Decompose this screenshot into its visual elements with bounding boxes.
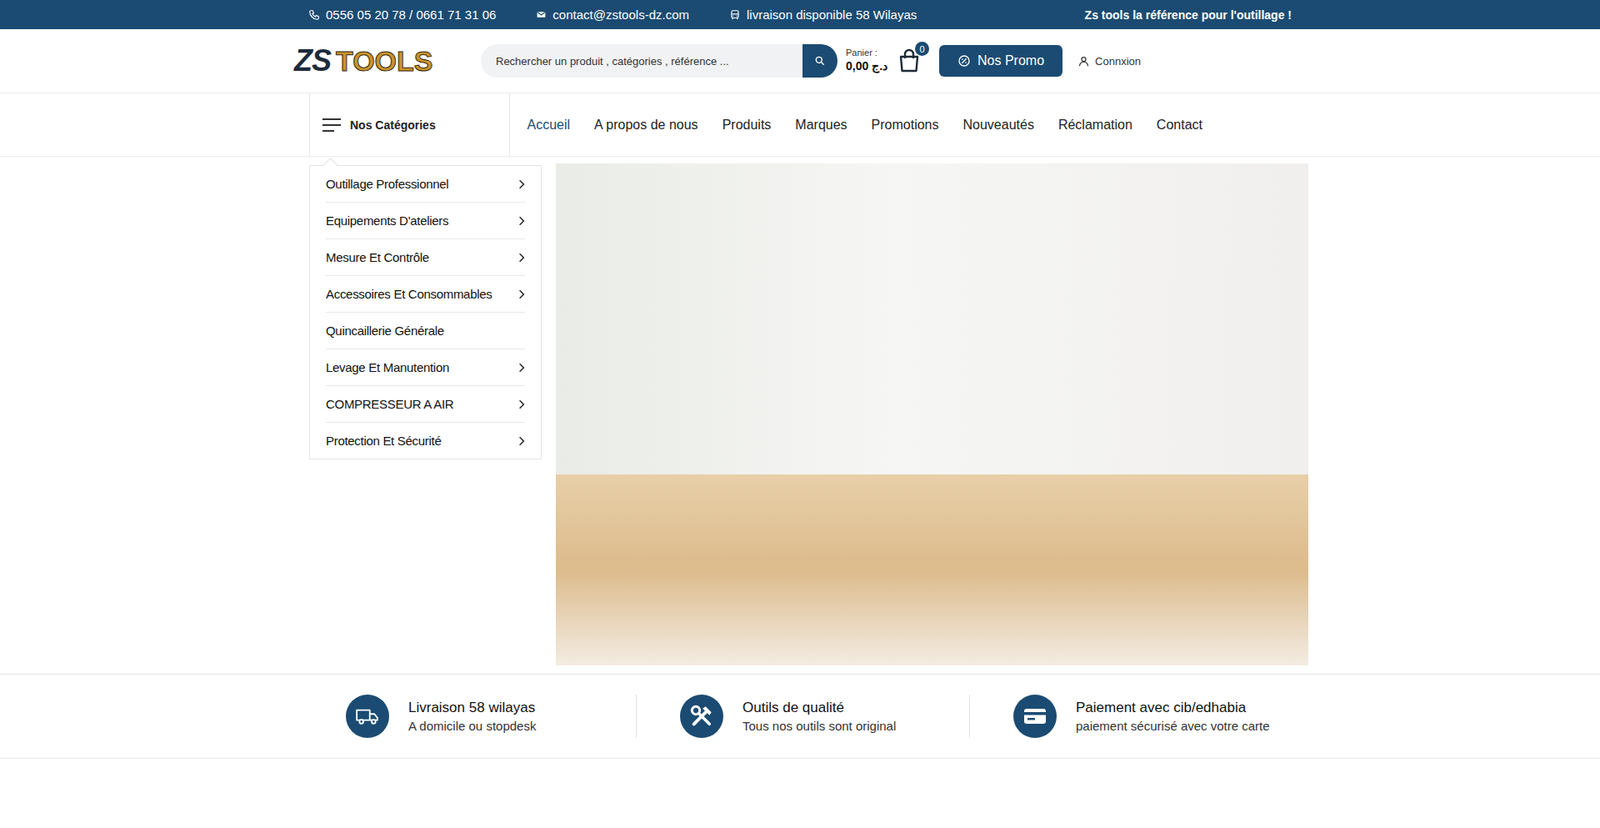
truck-icon bbox=[355, 706, 380, 725]
category-label: Levage Et Manutention bbox=[325, 360, 450, 375]
chevron-right-icon bbox=[518, 289, 525, 300]
feature-item: Paiement avec cib/edhabia paiement sécuri… bbox=[969, 694, 1303, 738]
hero-background bbox=[555, 163, 1309, 475]
logo-tools: TOOLS bbox=[335, 45, 434, 78]
category-item[interactable]: Protection Et Sécurité bbox=[325, 422, 525, 459]
phone-icon bbox=[308, 9, 320, 21]
logo[interactable]: ZSTOOLS bbox=[294, 43, 451, 79]
chevron-right-icon bbox=[518, 435, 525, 446]
main-menu: AccueilA propos de nousProduitsMarquesPr… bbox=[510, 93, 1215, 156]
hero-table bbox=[555, 474, 1309, 665]
category-label: Accessoires Et Consommables bbox=[325, 286, 492, 301]
feature-text: Livraison 58 wilayas A domicile ou stopde… bbox=[408, 699, 536, 733]
feature-title: Paiement avec cib/edhabia bbox=[1075, 699, 1270, 716]
login-link[interactable]: Connxion bbox=[1077, 55, 1141, 68]
menu-icon bbox=[321, 116, 342, 134]
category-item[interactable]: Equipements D'ateliers bbox=[325, 202, 525, 240]
discount-icon bbox=[957, 54, 971, 68]
chevron-right-icon bbox=[518, 252, 525, 263]
feature-item: Outils de qualité Tous nos outils sont or… bbox=[635, 694, 970, 738]
feature-subtitle: Tous nos outils sont original bbox=[742, 718, 896, 733]
email-info[interactable]: contact@zstools-dz.com bbox=[535, 7, 690, 22]
bus-icon bbox=[729, 9, 741, 21]
categories-button-label: Nos Catégories bbox=[350, 118, 436, 132]
cart-total: 0,00 د.ج bbox=[845, 59, 888, 75]
slogan: Zs tools la référence pour l'outillage ! bbox=[1085, 8, 1292, 22]
phone-text: 0556 05 20 78 / 0661 71 31 06 bbox=[325, 7, 496, 22]
nav-link[interactable]: Produits bbox=[710, 117, 784, 133]
chevron-right-icon bbox=[518, 399, 525, 410]
category-item[interactable]: Accessoires Et Consommables bbox=[325, 275, 525, 313]
search-bar bbox=[480, 44, 838, 78]
delivery-info: livraison disponible 58 Wilayas bbox=[729, 7, 917, 22]
category-label: Quincaillerie Générale bbox=[325, 323, 445, 338]
feature-subtitle: paiement sécurisé avec votre carte bbox=[1075, 718, 1270, 733]
chevron-right-icon bbox=[518, 179, 525, 190]
credit-card-icon bbox=[1023, 706, 1047, 725]
nav-link[interactable]: Accueil bbox=[515, 117, 583, 133]
category-label: Mesure Et Contrôle bbox=[325, 250, 430, 265]
features-strip: Livraison 58 wilayas A domicile ou stopde… bbox=[0, 673, 1600, 759]
login-label: Connxion bbox=[1095, 55, 1141, 68]
categories-column: Outillage Professionnel Equipements D'ate… bbox=[309, 163, 542, 665]
email-text: contact@zstools-dz.com bbox=[552, 7, 690, 22]
chevron-right-icon bbox=[518, 215, 525, 226]
category-label: COMPRESSEUR A AIR bbox=[325, 396, 454, 411]
search-icon bbox=[814, 55, 826, 67]
delivery-text: livraison disponible 58 Wilayas bbox=[746, 7, 917, 22]
category-item[interactable]: Mesure Et Contrôle bbox=[325, 239, 525, 276]
page: 0556 05 20 78 / 0661 71 31 06 contact@zst… bbox=[0, 0, 1600, 828]
cart-summary[interactable]: Panier :0,00 د.ج bbox=[845, 47, 888, 74]
nav-link[interactable]: Promotions bbox=[859, 117, 951, 133]
tools-icon bbox=[690, 704, 714, 728]
cart-count-badge: 0 bbox=[915, 41, 930, 56]
hero-image bbox=[555, 163, 1309, 665]
top-bar: 0556 05 20 78 / 0661 71 31 06 contact@zst… bbox=[0, 0, 1600, 30]
logo-zs: ZS bbox=[294, 43, 331, 79]
category-item[interactable]: COMPRESSEUR A AIR bbox=[325, 385, 525, 423]
feature-title: Livraison 58 wilayas bbox=[408, 699, 536, 716]
nav-link[interactable]: Marques bbox=[783, 117, 860, 133]
category-label: Equipements D'ateliers bbox=[325, 213, 449, 228]
header: ZSTOOLS Panier :0,00 د.ج 0 Nos Promo Connxio… bbox=[0, 29, 1600, 94]
feature-subtitle: A domicile ou stopdesk bbox=[408, 718, 536, 733]
feature-icon-circle bbox=[345, 694, 390, 738]
feature-title: Outils de qualité bbox=[742, 699, 896, 716]
phone-info[interactable]: 0556 05 20 78 / 0661 71 31 06 bbox=[308, 7, 496, 22]
feature-text: Paiement avec cib/edhabia paiement sécuri… bbox=[1075, 699, 1270, 733]
feature-text: Outils de qualité Tous nos outils sont or… bbox=[742, 699, 896, 733]
search-button[interactable] bbox=[802, 44, 838, 78]
promo-label: Nos Promo bbox=[977, 53, 1045, 69]
categories-button[interactable]: Nos Catégories bbox=[309, 93, 510, 156]
search-input[interactable] bbox=[480, 44, 803, 78]
feature-item: Livraison 58 wilayas A domicile ou stopde… bbox=[302, 694, 636, 738]
categories-menu: Outillage Professionnel Equipements D'ate… bbox=[309, 165, 542, 460]
user-icon bbox=[1077, 55, 1090, 68]
chevron-right-icon bbox=[518, 362, 525, 373]
mail-icon bbox=[535, 9, 547, 20]
main-section: Outillage Professionnel Equipements D'ate… bbox=[291, 163, 1309, 665]
category-label: Protection Et Sécurité bbox=[325, 433, 441, 448]
nav-link[interactable]: A propos de nous bbox=[582, 117, 711, 133]
promo-button[interactable]: Nos Promo bbox=[939, 45, 1063, 77]
category-label: Outillage Professionnel bbox=[325, 176, 449, 191]
category-item[interactable]: Quincaillerie Générale bbox=[325, 312, 525, 350]
cart-button[interactable]: 0 bbox=[895, 46, 925, 75]
nav-link[interactable]: Contact bbox=[1144, 117, 1215, 133]
category-item[interactable]: Outillage Professionnel bbox=[325, 165, 525, 203]
nav-link[interactable]: Réclamation bbox=[1045, 117, 1145, 133]
nav-link[interactable]: Nouveautés bbox=[950, 117, 1046, 133]
cart-label: Panier : bbox=[845, 47, 888, 60]
category-item[interactable]: Levage Et Manutention bbox=[325, 349, 525, 386]
navigation-bar: Nos CatégoriesAccueilA propos de nousPro… bbox=[0, 93, 1600, 157]
feature-icon-circle bbox=[680, 694, 724, 738]
feature-icon-circle bbox=[1013, 694, 1057, 738]
